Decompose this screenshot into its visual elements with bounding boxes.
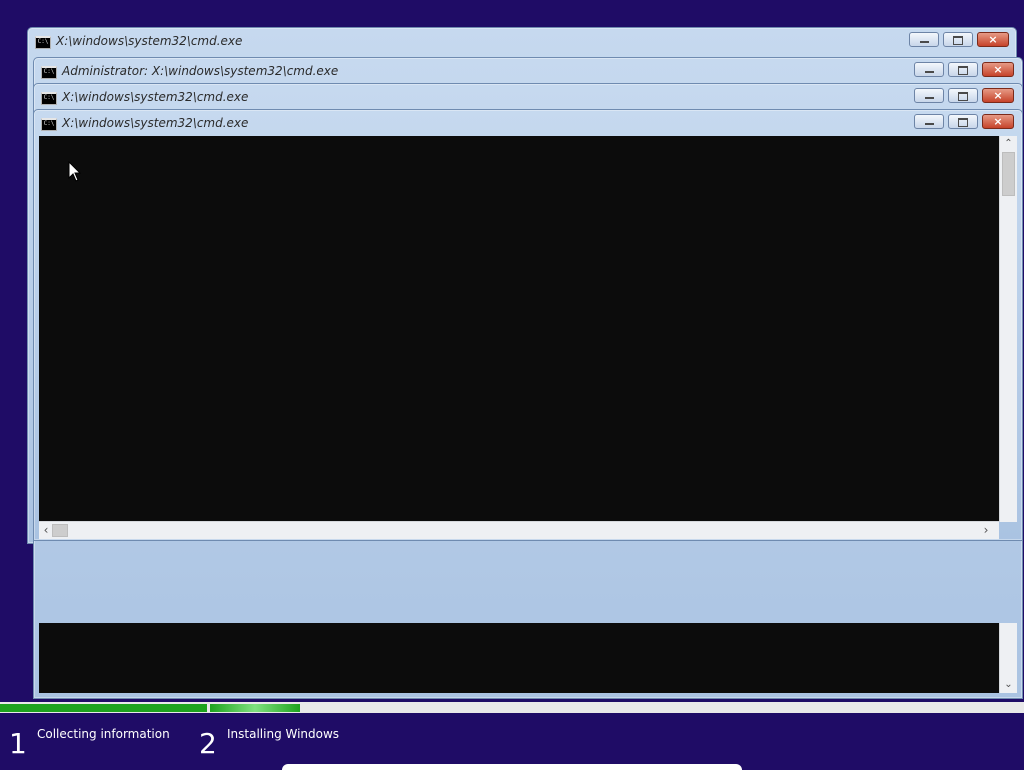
window-title: X:\windows\system32\cmd.exe (56, 34, 243, 48)
window-title: X:\windows\system32\cmd.exe (62, 90, 249, 104)
close-button[interactable]: × (977, 32, 1009, 47)
scrollbar-thumb[interactable] (52, 524, 68, 537)
maximize-button[interactable] (948, 114, 978, 129)
maximize-button[interactable] (948, 62, 978, 77)
minimize-button[interactable] (914, 88, 944, 103)
minimize-button[interactable] (914, 114, 944, 129)
minimize-button[interactable] (909, 32, 939, 47)
mouse-cursor-icon (68, 161, 82, 182)
window-title: X:\windows\system32\cmd.exe (62, 116, 249, 130)
scroll-up-icon[interactable]: ⌃ (1000, 138, 1017, 150)
cmd-icon: C:\ (41, 92, 57, 105)
horizontal-scrollbar[interactable]: ‹ › (39, 521, 999, 539)
cmd-window-1-titlebar[interactable]: C:\ X:\windows\system32\cmd.exe × (28, 28, 1016, 54)
console-output[interactable] (39, 136, 999, 522)
setup-progress-bar (0, 702, 1024, 713)
step-label: Installing Windows (227, 727, 340, 741)
close-button[interactable]: × (982, 88, 1014, 103)
cmd-window-4[interactable]: C:\ X:\windows\system32\cmd.exe × ⌃ ‹ › (33, 109, 1023, 541)
vertical-scrollbar[interactable]: ⌃ (999, 136, 1017, 522)
step-number: 1 (9, 727, 27, 760)
step2-progress-fill (210, 704, 300, 712)
maximize-button[interactable] (943, 32, 973, 47)
step1-progress-fill (0, 704, 207, 712)
close-button[interactable]: × (982, 62, 1014, 77)
close-button[interactable]: × (982, 114, 1014, 129)
maximize-button[interactable] (948, 88, 978, 103)
cmd-window-3-titlebar[interactable]: C:\ X:\windows\system32\cmd.exe × (34, 84, 1022, 110)
cmd-icon: C:\ (41, 118, 57, 131)
console-output[interactable] (39, 623, 999, 693)
cmd-window-2-titlebar[interactable]: C:\ Administrator: X:\windows\system32\c… (34, 58, 1022, 84)
vertical-scrollbar[interactable]: ⌄ (999, 623, 1017, 693)
cmd-window-4-titlebar[interactable]: C:\ X:\windows\system32\cmd.exe × (34, 110, 1022, 136)
scroll-down-icon[interactable]: ⌄ (1000, 679, 1017, 691)
cmd-icon: C:\ (35, 36, 51, 49)
window-title: Administrator: X:\windows\system32\cmd.e… (62, 64, 339, 78)
step-number: 2 (199, 727, 217, 760)
scroll-right-icon[interactable]: › (979, 523, 993, 537)
scrollbar-thumb[interactable] (1002, 152, 1015, 196)
scroll-left-icon[interactable]: ‹ (39, 523, 53, 537)
step-label: Collecting information (37, 727, 170, 741)
cmd-icon: C:\ (41, 66, 57, 79)
minimize-button[interactable] (914, 62, 944, 77)
setup-bottom-edge (282, 764, 742, 770)
